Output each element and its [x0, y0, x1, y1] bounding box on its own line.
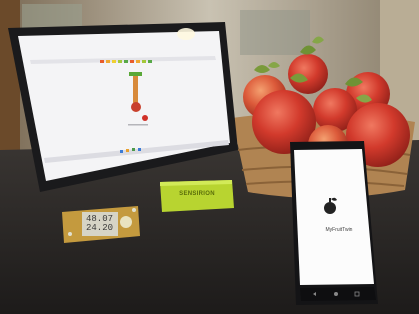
- smartphone-screen: [294, 149, 374, 285]
- tablet-color-bar: [100, 60, 152, 63]
- phone-app-name: MyFruitTwin: [325, 227, 353, 233]
- tablet-gauge: [133, 72, 138, 104]
- tablet-indicator-dot: [142, 115, 148, 121]
- sensor-lcd-line2: 24.20: [86, 223, 114, 233]
- apple: [288, 54, 328, 94]
- photo-scene: 48.07 24.20 SENSIRION MyFruitTwin: [0, 0, 419, 314]
- brand-stand-text: SENSIRION: [179, 191, 215, 197]
- left-window-frame: [0, 0, 20, 160]
- scene-illustration: [0, 0, 419, 314]
